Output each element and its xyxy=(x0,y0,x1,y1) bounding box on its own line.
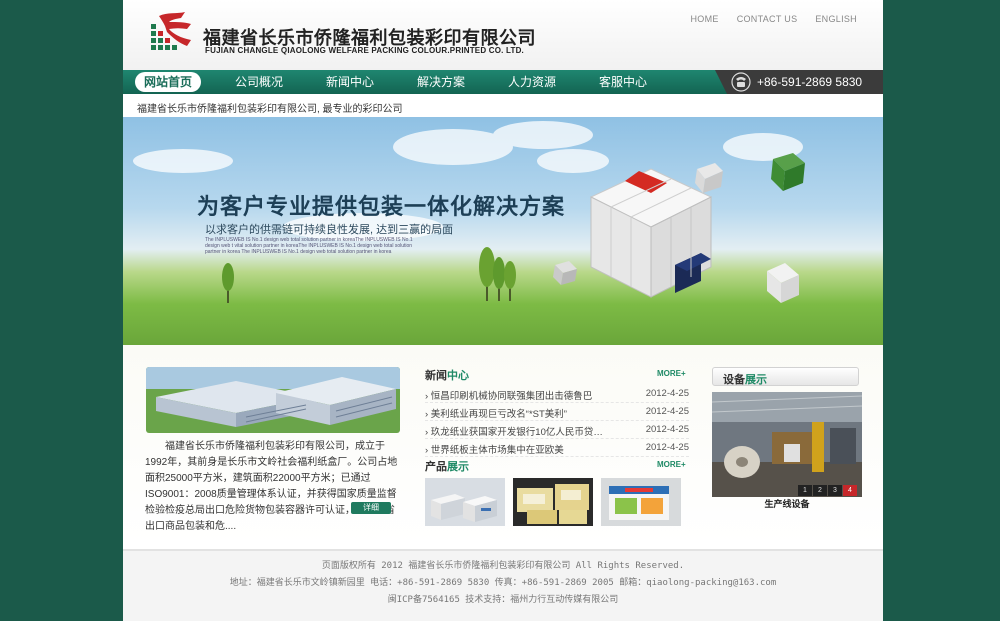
banner-title: 为客户专业提供包装一体化解决方案 xyxy=(197,194,566,220)
equipment-title-a: 设备 xyxy=(723,374,745,386)
content-area: 福建省长乐市侨隆福利包装彩印有限公司，成立于1992年，其前身是长乐市文岭社会福… xyxy=(123,345,883,545)
slide-3-button[interactable]: 3 xyxy=(828,485,842,496)
products-title-b: 展示 xyxy=(447,461,469,473)
news-section-title: 新闻中心 xyxy=(425,367,469,383)
factory-floor-icon xyxy=(712,392,862,497)
news-item-date: 2012-4-25 xyxy=(645,424,689,435)
slide-1-button[interactable]: 1 xyxy=(798,485,812,496)
slideshow-pager: 1 2 3 4 xyxy=(798,485,857,496)
page: 福建省长乐市侨隆福利包装彩印有限公司 FUJIAN CHANGLE QIAOLO… xyxy=(123,0,883,621)
banner-subtitle: 以求客户的供需链可持续良性发展, 达到三赢的局面 xyxy=(205,224,454,236)
hero-banner[interactable]: 为客户专业提供包装一体化解决方案 以求客户的供需链可持续良性发展, 达到三赢的局… xyxy=(123,117,883,345)
list-item[interactable]: › 美利纸业再现巨亏改名“*ST美利” 2012-4-25 xyxy=(425,403,689,421)
product-thumb-3[interactable] xyxy=(601,478,681,526)
product-boxes-icon xyxy=(425,478,505,526)
factory-photo[interactable] xyxy=(146,367,400,433)
news-title-a: 新闻 xyxy=(425,370,447,382)
list-item[interactable]: › 玖龙纸业获国家开发银行10亿人民币贷… 2012-4-25 xyxy=(425,421,689,439)
equipment-title-b: 展示 xyxy=(745,374,767,386)
phone-box: +86-591-2869 5830 xyxy=(715,70,883,94)
news-item-date: 2012-4-25 xyxy=(645,388,689,399)
slide-2-button[interactable]: 2 xyxy=(813,485,827,496)
products-title-a: 产品 xyxy=(425,461,447,473)
news-list: › 恒昌印刷机械协同联强集团出击德鲁巴 2012-4-25 › 美利纸业再现巨亏改… xyxy=(425,385,689,457)
home-link[interactable]: HOME xyxy=(691,14,719,24)
product-thumb-2[interactable] xyxy=(513,478,593,526)
nav-item-service[interactable]: 客服中心 xyxy=(590,72,656,92)
contact-us-link[interactable]: CONTACT US xyxy=(737,14,798,24)
footer-icp: 闽ICP备7564165 技术支持：福州力行互动传媒有限公司 xyxy=(387,595,619,605)
product-thumb-1[interactable] xyxy=(425,478,505,526)
footer: 页面版权所有 2012 福建省长乐市侨隆福利包装彩印有限公司 All Right… xyxy=(123,549,883,621)
news-more-link[interactable]: MORE+ xyxy=(657,369,686,378)
list-item[interactable]: › 恒昌印刷机械协同联强集团出击德鲁巴 2012-4-25 xyxy=(425,385,689,403)
footer-contact: 地址：福建省长乐市文岭镇新园里 电话：+86-591-2869 5830 传真：… xyxy=(229,578,777,588)
nav-item-solutions[interactable]: 解决方案 xyxy=(408,72,474,92)
header: 福建省长乐市侨隆福利包装彩印有限公司 FUJIAN CHANGLE QIAOLO… xyxy=(123,0,883,70)
banner-fine-print: The INPLUSWEB IS No.1 design web total s… xyxy=(205,237,413,255)
product-packages-icon xyxy=(513,478,593,526)
main-nav: 网站首页 公司概况 新闻中心 解决方案 人力资源 客服中心 +86-591-28… xyxy=(123,70,883,94)
news-title-b: 中心 xyxy=(447,370,469,382)
products-more-link[interactable]: MORE+ xyxy=(657,460,686,469)
factory-building-icon xyxy=(146,367,400,433)
list-item[interactable]: › 世界纸板主体市场集中在亚欧美 2012-4-25 xyxy=(425,439,689,457)
top-links: HOME CONTACT US ENGLISH xyxy=(691,14,858,24)
slide-4-button[interactable]: 4 xyxy=(843,485,857,496)
news-item-title[interactable]: › 恒昌印刷机械协同联强集团出击德鲁巴 xyxy=(425,388,592,402)
footer-copyright: 页面版权所有 2012 福建省长乐市侨隆福利包装彩印有限公司 All Right… xyxy=(321,561,685,571)
news-item-date: 2012-4-25 xyxy=(645,406,689,417)
news-item-date: 2012-4-25 xyxy=(645,442,689,453)
company-intro-text: 福建省长乐市侨隆福利包装彩印有限公司，成立于1992年，其前身是长乐市文岭社会福… xyxy=(145,441,398,532)
nav-item-hr[interactable]: 人力资源 xyxy=(499,72,565,92)
company-name-en: FUJIAN CHANGLE QIAOLONG WELFARE PACKING … xyxy=(205,46,524,55)
equipment-section-header: 设备展示 xyxy=(712,367,859,386)
company-logo-icon[interactable] xyxy=(151,10,195,56)
slogan: 福建省长乐市侨隆福利包装彩印有限公司, 最专业的彩印公司 xyxy=(137,104,403,115)
equipment-section-title: 设备展示 xyxy=(723,371,767,387)
news-item-title[interactable]: › 世界纸板主体市场集中在亚欧美 xyxy=(425,442,564,456)
nav-item-home[interactable]: 网站首页 xyxy=(135,72,201,92)
phone-number: +86-591-2869 5830 xyxy=(757,75,863,89)
products-section-title: 产品展示 xyxy=(425,458,469,474)
detail-button[interactable]: 详细 xyxy=(351,502,391,514)
news-item-title[interactable]: › 玖龙纸业获国家开发银行10亿人民币贷… xyxy=(425,424,603,438)
equipment-photo[interactable] xyxy=(712,392,862,497)
telephone-icon xyxy=(731,72,751,92)
news-item-title[interactable]: › 美利纸业再现巨亏改名“*ST美利” xyxy=(425,406,567,420)
product-gift-box-icon xyxy=(601,478,681,526)
english-link[interactable]: ENGLISH xyxy=(815,14,857,24)
equipment-caption: 生产线设备 xyxy=(764,499,810,509)
nav-item-company[interactable]: 公司概况 xyxy=(226,72,292,92)
nav-item-news[interactable]: 新闻中心 xyxy=(317,72,383,92)
